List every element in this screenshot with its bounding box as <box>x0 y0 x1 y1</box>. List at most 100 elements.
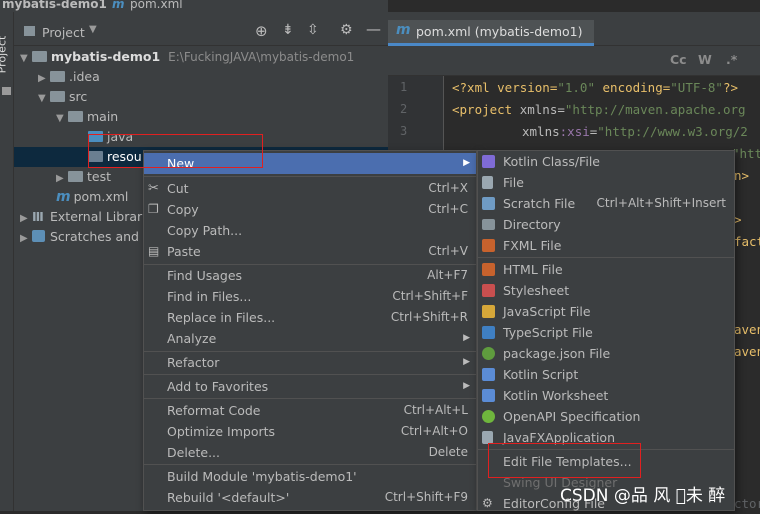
code-fragment: ctor <box>734 496 760 511</box>
structure-icon[interactable] <box>2 87 11 95</box>
code-token: "http://maven.apache.org <box>564 102 746 117</box>
regex-toggle[interactable]: .* <box>726 52 737 67</box>
menu-item-label: Find in Files... <box>167 289 252 304</box>
whole-word-toggle[interactable]: W <box>698 52 712 67</box>
match-case-toggle[interactable]: Cc <box>670 52 687 67</box>
tree-item-test[interactable]: ▶ test <box>56 167 111 187</box>
menu-item-label: Refactor <box>167 355 220 370</box>
submenu-item-file[interactable]: File <box>478 172 734 193</box>
submenu-item-typescript-file[interactable]: TypeScript File <box>478 322 734 343</box>
project-panel-title[interactable]: Project <box>42 25 85 40</box>
css-file-icon <box>482 284 495 297</box>
menu-item-label: Delete... <box>167 445 220 460</box>
submenu-item-edit-file-templates[interactable]: Edit File Templates... <box>478 451 734 472</box>
menu-item-analyze[interactable]: Analyze ▶ <box>144 328 476 349</box>
submenu-item-html-file[interactable]: HTML File <box>478 259 734 280</box>
menu-shortcut: Delete <box>428 445 468 459</box>
submenu-item-kotlin-class[interactable]: Kotlin Class/File <box>478 151 734 172</box>
submenu-item-openapi[interactable]: OpenAPI Specification <box>478 406 734 427</box>
tree-item-java[interactable]: java <box>88 127 133 147</box>
tree-item-main[interactable]: ▼ main <box>56 107 118 127</box>
menu-item-label: Find Usages <box>167 268 243 283</box>
collapse-all-icon[interactable]: ⇟ <box>282 22 294 38</box>
menu-separator <box>144 464 476 465</box>
menu-shortcut: Ctrl+Alt+O <box>400 424 468 438</box>
submenu-item-package-json[interactable]: package.json File <box>478 343 734 364</box>
code-token: "http://www.w3.org/2 <box>597 124 748 139</box>
menu-item-optimize-imports[interactable]: Optimize Imports Ctrl+Alt+O <box>144 421 476 442</box>
submenu-item-label: Stylesheet <box>503 283 570 298</box>
typescript-file-icon <box>482 326 495 339</box>
menu-item-find-in-files[interactable]: Find in Files... Ctrl+Shift+F <box>144 286 476 307</box>
tree-item-label: src <box>69 89 88 104</box>
folder-icon <box>68 111 83 122</box>
submenu-item-label: package.json File <box>503 346 611 361</box>
submenu-item-fxml-file[interactable]: FXML File <box>478 235 734 256</box>
file-title: pom.xml <box>130 0 183 11</box>
scratches-icon <box>32 230 45 242</box>
file-icon <box>482 176 493 189</box>
menu-item-new[interactable]: New ▶ <box>144 153 476 174</box>
chevron-down-icon[interactable]: ▼ <box>89 24 97 35</box>
menu-item-copy-path[interactable]: Copy Path... <box>144 220 476 241</box>
chevron-right-icon[interactable]: ▶ <box>38 69 50 89</box>
chevron-down-icon[interactable]: ▼ <box>38 89 50 109</box>
paste-icon: ▤ <box>148 244 160 258</box>
submenu-item-scratch-file[interactable]: Scratch File Ctrl+Alt+Shift+Insert <box>478 193 734 214</box>
tab-pom-xml[interactable]: m pom.xml (mybatis-demo1) <box>388 20 594 46</box>
gear-icon[interactable]: ⚙ <box>340 22 353 38</box>
kotlin-icon <box>482 155 495 168</box>
chevron-right-icon: ▶ <box>463 158 470 168</box>
submenu-item-label: Kotlin Worksheet <box>503 388 609 403</box>
project-icon <box>24 26 35 36</box>
menu-item-label: Optimize Imports <box>167 424 276 439</box>
chevron-down-icon[interactable]: ▼ <box>56 109 68 129</box>
submenu-item-directory[interactable]: Directory <box>478 214 734 235</box>
tree-root[interactable]: ▼ mybatis-demo1 E:\FuckingJAVA\mybatis-de… <box>20 47 354 67</box>
tree-item-resources[interactable]: resou <box>88 147 142 167</box>
menu-separator <box>144 374 476 375</box>
tree-item-src[interactable]: ▼ src <box>38 87 87 107</box>
minimize-icon[interactable]: — <box>366 20 381 38</box>
project-tool-tab[interactable]: Project <box>0 36 8 74</box>
tree-item-idea[interactable]: ▶ .idea <box>38 67 100 87</box>
menu-item-label: Analyze <box>167 331 217 346</box>
tree-item-external-libraries[interactable]: ▶ Ⅲ External Librar <box>20 207 142 227</box>
npm-icon <box>482 347 495 360</box>
submenu-item-stylesheet[interactable]: Stylesheet <box>478 280 734 301</box>
menu-item-find-usages[interactable]: Find Usages Alt+F7 <box>144 265 476 286</box>
menu-separator <box>144 398 476 399</box>
menu-item-copy[interactable]: ❐ Copy Ctrl+C <box>144 199 476 220</box>
chevron-down-icon[interactable]: ▼ <box>20 49 32 69</box>
menu-item-replace-in-files[interactable]: Replace in Files... Ctrl+Shift+R <box>144 307 476 328</box>
submenu-item-javascript-file[interactable]: JavaScript File <box>478 301 734 322</box>
submenu-item-label: Scratch File <box>503 196 576 211</box>
menu-item-refactor[interactable]: Refactor ▶ <box>144 352 476 373</box>
locate-icon[interactable]: ⊕ <box>255 22 268 40</box>
submenu-item-kotlin-worksheet[interactable]: Kotlin Worksheet <box>478 385 734 406</box>
tree-item-pom[interactable]: m pom.xml <box>56 187 128 207</box>
menu-item-reformat-code[interactable]: Reformat Code Ctrl+Alt+L <box>144 400 476 421</box>
tree-item-scratches[interactable]: ▶ Scratches and <box>20 227 139 247</box>
menu-item-build-module[interactable]: Build Module 'mybatis-demo1' <box>144 466 476 487</box>
chevron-right-icon[interactable]: ▶ <box>56 169 68 189</box>
maven-icon: m <box>396 22 411 38</box>
expand-all-icon[interactable]: ⇳ <box>307 22 319 38</box>
menu-item-label: Reformat Code <box>167 403 261 418</box>
chevron-right-icon[interactable]: ▶ <box>20 209 32 229</box>
menu-item-delete[interactable]: Delete... Delete <box>144 442 476 463</box>
menu-item-paste[interactable]: ▤ Paste Ctrl+V <box>144 241 476 262</box>
menu-item-rebuild[interactable]: Rebuild '<default>' Ctrl+Shift+F9 <box>144 487 476 508</box>
submenu-shortcut: Ctrl+Alt+Shift+Insert <box>596 196 726 210</box>
library-icon: Ⅲ <box>32 209 44 224</box>
menu-item-cut[interactable]: ✂ Cut Ctrl+X <box>144 178 476 199</box>
submenu-item-javafx-application[interactable]: JavaFXApplication <box>478 427 734 448</box>
chevron-right-icon[interactable]: ▶ <box>20 229 32 249</box>
code-token: xmlns <box>519 102 558 117</box>
submenu-item-kotlin-script[interactable]: Kotlin Script <box>478 364 734 385</box>
submenu-item-label: JavaFXApplication <box>503 430 615 445</box>
menu-item-add-to-favorites[interactable]: Add to Favorites ▶ <box>144 376 476 397</box>
tool-window-strip: Project <box>0 12 14 511</box>
tree-item-label: Scratches and <box>50 229 139 244</box>
submenu-item-label: HTML File <box>503 262 563 277</box>
